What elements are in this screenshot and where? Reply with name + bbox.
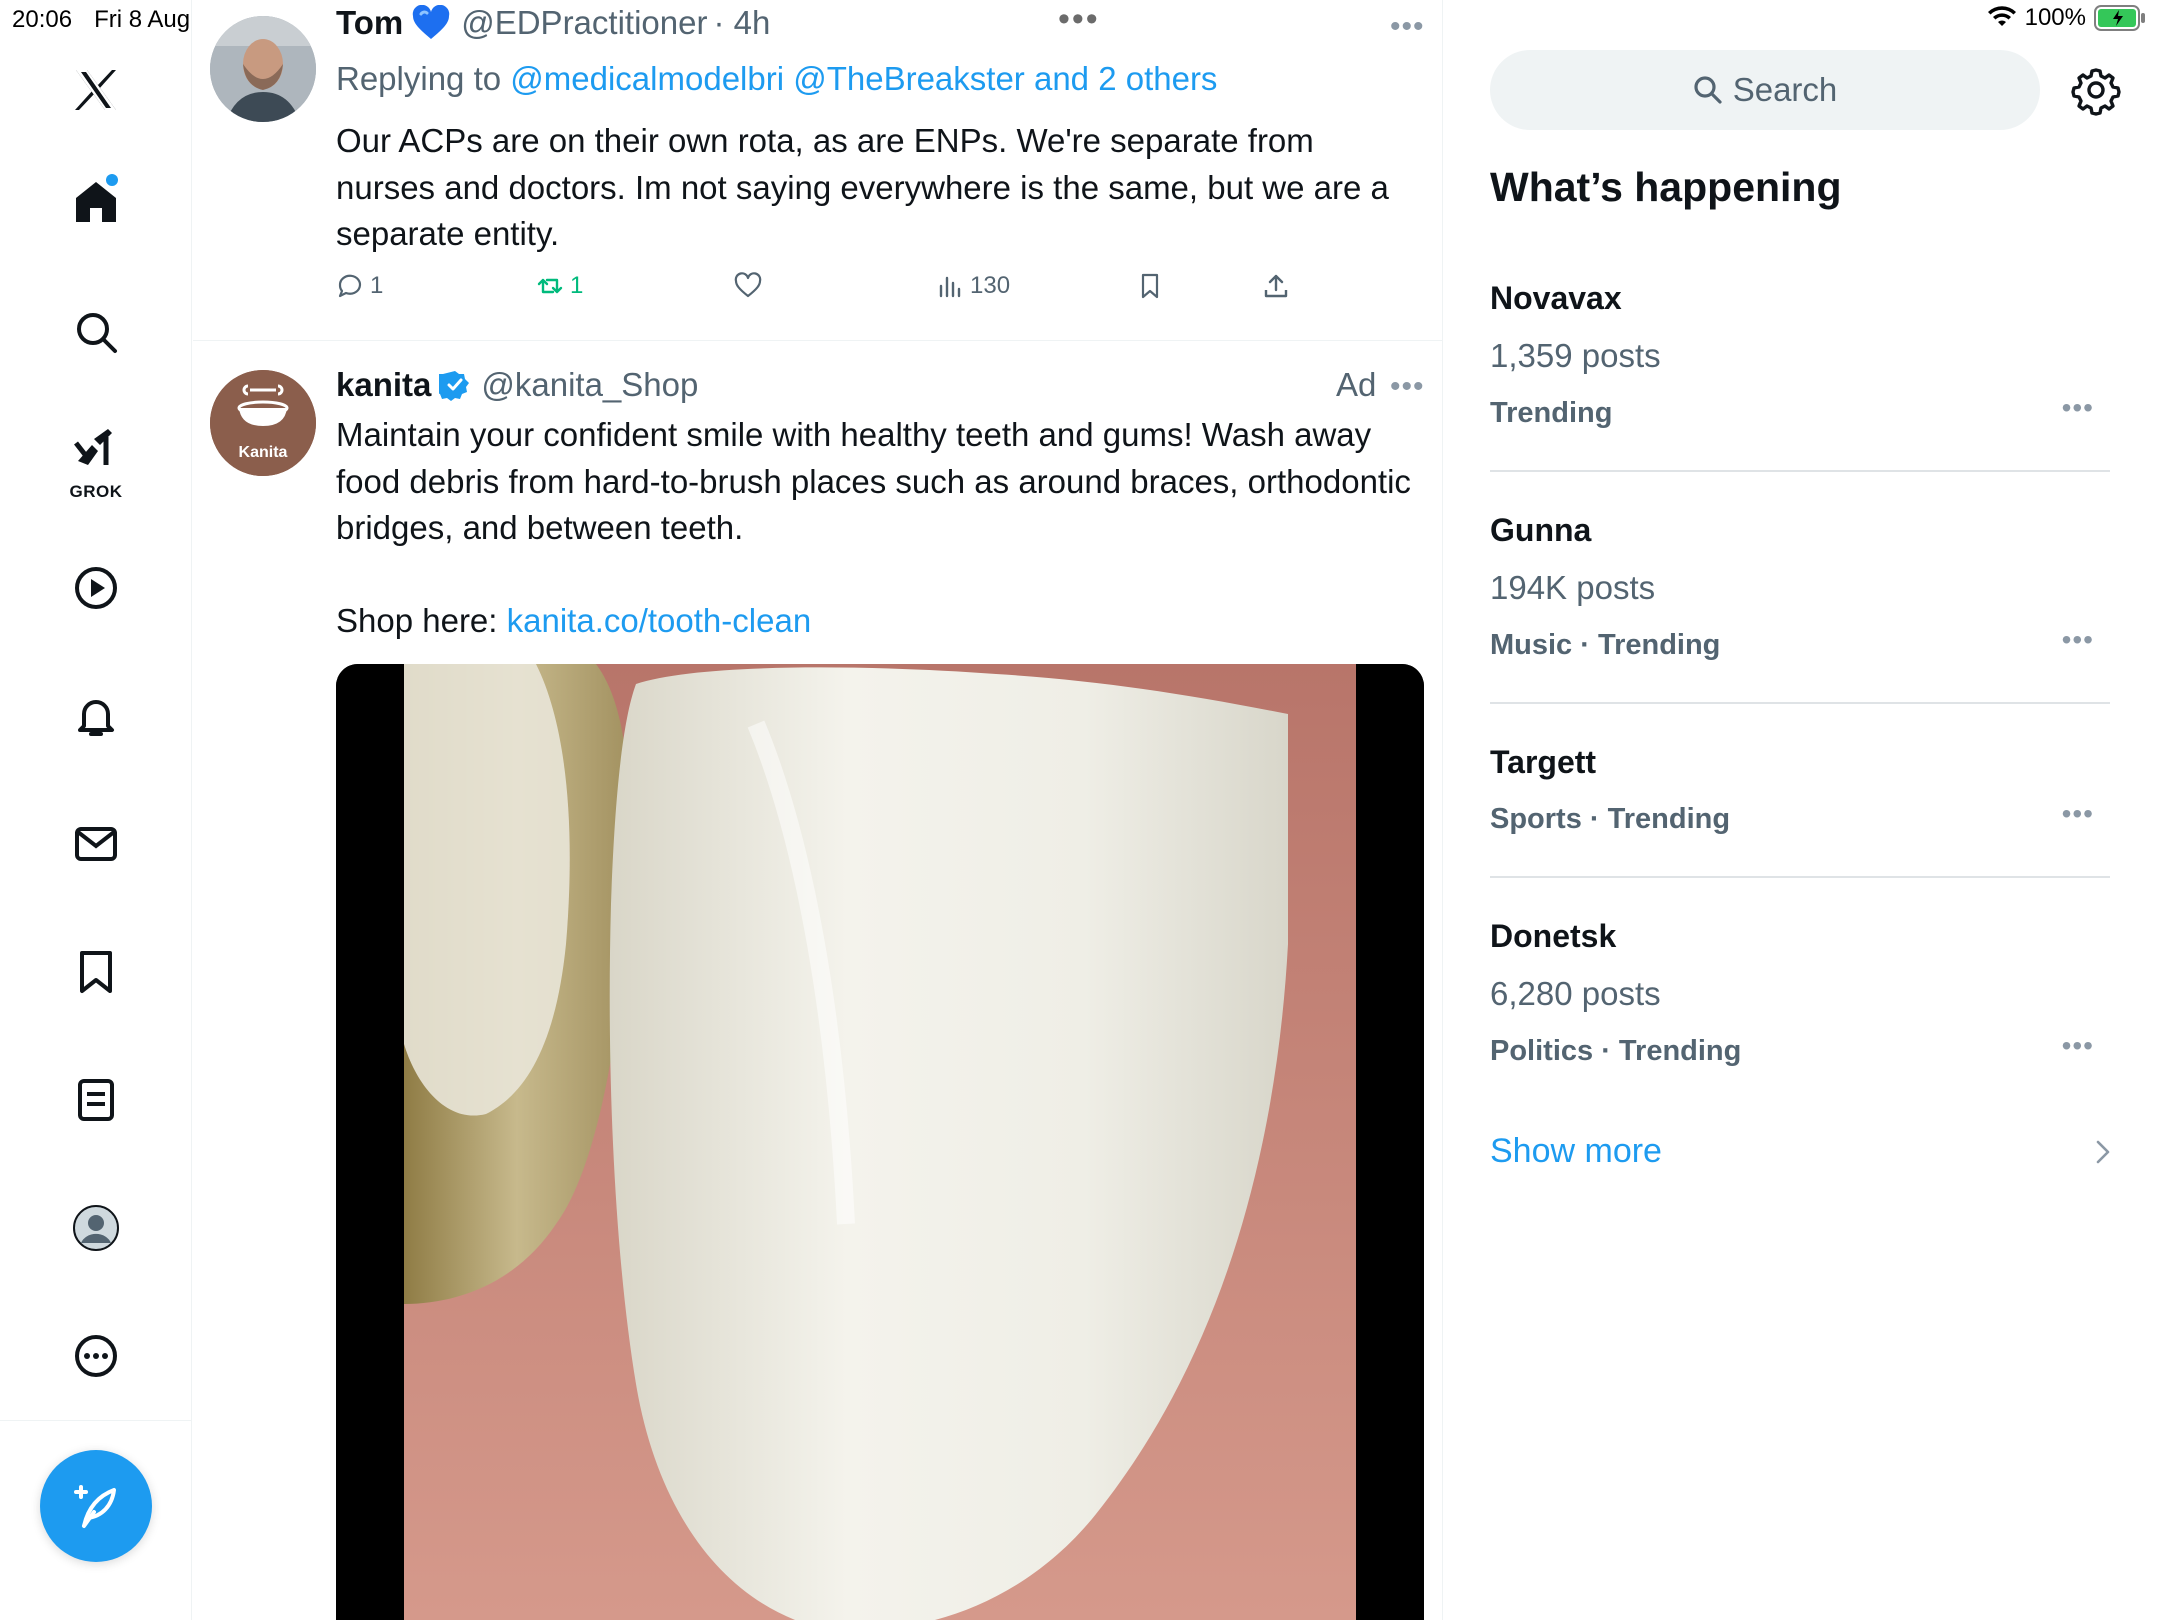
notification-dot bbox=[106, 174, 118, 186]
compose-post-icon bbox=[74, 1485, 116, 1528]
tweet-more-icon[interactable]: ••• bbox=[1390, 370, 1425, 404]
author-name[interactable]: Tom bbox=[336, 4, 403, 42]
author-name[interactable]: kanita bbox=[336, 366, 431, 404]
trend-more-icon[interactable]: ••• bbox=[2062, 624, 2094, 656]
grok-icon[interactable]: GROK bbox=[56, 418, 136, 504]
retweet-icon bbox=[537, 278, 563, 294]
views-button[interactable]: 130 bbox=[936, 272, 1010, 300]
search-placeholder: Search bbox=[1732, 71, 1838, 108]
views-count: 130 bbox=[970, 272, 1011, 299]
tweet-more-icon[interactable]: ••• bbox=[1390, 10, 1425, 44]
replying-to: Replying to @medicalmodelbri @TheBreakst… bbox=[336, 60, 1217, 98]
ad-label: Ad bbox=[1336, 366, 1377, 403]
sidebar-divider bbox=[0, 1420, 192, 1421]
bookmark-button[interactable] bbox=[1136, 272, 1164, 300]
trend-meta: Politics · Trending bbox=[1490, 1035, 1742, 1067]
blue-heart-icon bbox=[411, 5, 451, 41]
tweet-actions: 1 1 130 bbox=[336, 272, 1336, 312]
x-logo-icon[interactable] bbox=[56, 50, 136, 130]
trend-item[interactable]: Novavax 1,359 posts Trending ••• bbox=[1490, 280, 2110, 430]
trend-item[interactable]: Donetsk 6,280 posts Politics · Trending … bbox=[1490, 918, 2110, 1068]
advertiser-avatar[interactable]: Kanita bbox=[210, 370, 316, 476]
notifications-icon[interactable] bbox=[56, 676, 136, 756]
video-icon[interactable] bbox=[56, 548, 136, 628]
search-input[interactable]: Search bbox=[1490, 50, 2040, 130]
trend-more-icon[interactable]: ••• bbox=[2062, 1030, 2094, 1062]
grok-label: GROK bbox=[69, 482, 123, 501]
trend-more-icon[interactable]: ••• bbox=[2062, 392, 2094, 424]
trend-more-icon[interactable]: ••• bbox=[2062, 798, 2094, 830]
tweet-header: Tom @EDPractitioner · 4h bbox=[336, 4, 770, 42]
trend-name: Targett bbox=[1490, 744, 1597, 780]
timeline[interactable]: Tom @EDPractitioner · 4h ••• Replying to… bbox=[193, 0, 1443, 1620]
author-handle[interactable]: @EDPractitioner bbox=[461, 4, 707, 42]
author-handle[interactable]: @kanita_Shop bbox=[481, 366, 698, 404]
trend-divider bbox=[1490, 470, 2110, 472]
tweet-text: Our ACPs are on their own rota, as are E… bbox=[336, 122, 1389, 252]
shop-line: Shop here: kanita.co/tooth-clean bbox=[336, 598, 1416, 645]
bookmarks-icon[interactable] bbox=[56, 932, 136, 1012]
section-title: What’s happening bbox=[1490, 164, 1842, 210]
views-icon bbox=[939, 276, 961, 298]
profile-icon[interactable] bbox=[56, 1188, 136, 1268]
share-button[interactable] bbox=[1262, 272, 1290, 300]
bookmark-icon bbox=[1141, 273, 1159, 299]
search-icon[interactable] bbox=[56, 292, 136, 372]
avatar[interactable] bbox=[210, 16, 316, 122]
more-icon[interactable] bbox=[56, 1316, 136, 1396]
avatar-text: Kanita bbox=[238, 444, 288, 461]
search-icon bbox=[1694, 76, 1722, 104]
reply-button[interactable]: 1 bbox=[336, 272, 383, 300]
sidebar: GROK bbox=[0, 0, 192, 1620]
verified-badge-icon bbox=[439, 369, 471, 401]
heart-icon bbox=[734, 272, 762, 298]
trend-meta: Music · Trending bbox=[1490, 629, 1721, 661]
trend-name: Novavax bbox=[1490, 280, 1622, 316]
trend-name: Donetsk bbox=[1490, 918, 1617, 954]
right-column: Search What’s happening Novavax 1,359 po… bbox=[1444, 0, 2160, 1620]
shop-link[interactable]: kanita.co/tooth-clean bbox=[507, 602, 812, 639]
retweet-count: 1 bbox=[570, 272, 584, 299]
trend-item[interactable]: Gunna 194K posts Music · Trending ••• bbox=[1490, 512, 2110, 662]
show-more-link[interactable]: Show more bbox=[1490, 1132, 1662, 1171]
reply-icon bbox=[338, 274, 362, 298]
messages-icon[interactable] bbox=[56, 804, 136, 884]
tweet-header: kanita @kanita_Shop bbox=[336, 366, 698, 404]
trend-posts: 6,280 posts bbox=[1490, 975, 1661, 1012]
chevron-right-icon bbox=[2096, 1140, 2110, 1164]
retweet-button[interactable]: 1 bbox=[536, 272, 583, 300]
tweet-text: Maintain your confident smile with healt… bbox=[336, 416, 1411, 546]
tweet-divider bbox=[193, 340, 1442, 341]
trend-item[interactable]: Targett Sports · Trending ••• bbox=[1490, 744, 2110, 836]
compose-post-button[interactable] bbox=[40, 1450, 152, 1562]
trend-divider bbox=[1490, 702, 2110, 704]
like-button[interactable] bbox=[734, 272, 762, 300]
home-icon[interactable] bbox=[56, 162, 136, 242]
trend-meta: Sports · Trending bbox=[1490, 803, 1731, 835]
lists-icon[interactable] bbox=[56, 1060, 136, 1140]
shop-prefix: Shop here: bbox=[336, 602, 498, 639]
trend-posts: 194K posts bbox=[1490, 569, 1656, 606]
trend-name: Gunna bbox=[1490, 512, 1592, 548]
share-icon bbox=[1264, 274, 1288, 298]
tweet-time[interactable]: · 4h bbox=[713, 4, 770, 42]
reply-count: 1 bbox=[370, 272, 384, 299]
replying-prefix: Replying to bbox=[336, 60, 502, 97]
gear-icon[interactable] bbox=[2070, 64, 2122, 116]
ad-media-image[interactable] bbox=[336, 664, 1424, 1620]
trend-divider bbox=[1490, 876, 2110, 878]
replying-to-links[interactable]: @medicalmodelbri @TheBreakster and 2 oth… bbox=[510, 60, 1217, 97]
trend-meta: Trending bbox=[1490, 397, 1613, 429]
trend-posts: 1,359 posts bbox=[1490, 337, 1661, 374]
